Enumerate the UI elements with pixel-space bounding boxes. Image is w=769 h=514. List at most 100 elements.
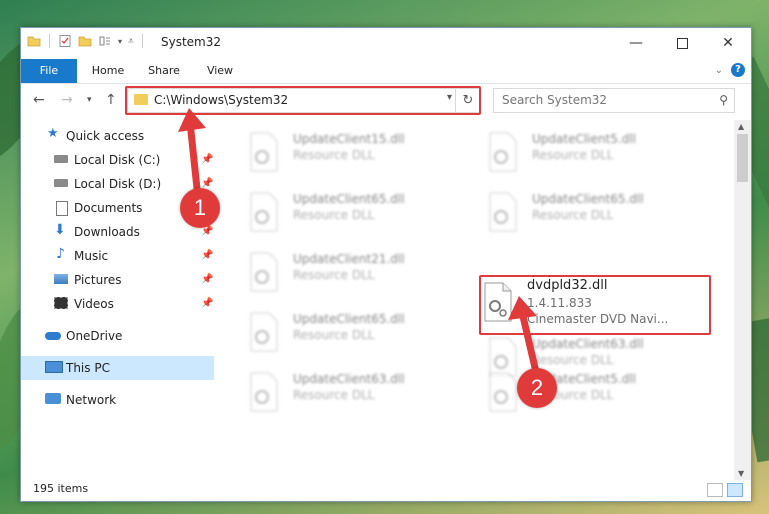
file-detail: Resource DLL [293, 268, 375, 282]
search-box[interactable]: ⚲ [493, 88, 735, 113]
sidebar-item-label: This PC [66, 361, 110, 375]
sidebar-item-label: Downloads [74, 225, 140, 239]
sidebar-item-network[interactable]: Network [21, 388, 214, 412]
search-input[interactable] [500, 92, 704, 108]
document-icon [56, 201, 68, 216]
sidebar-item-label: Music [74, 249, 109, 263]
video-icon [54, 297, 68, 309]
folder-icon[interactable] [27, 34, 41, 48]
file-item[interactable]: UpdateClient65.dll Resource DLL [239, 188, 459, 236]
scroll-down-icon[interactable]: ▼ [738, 469, 744, 478]
file-explorer-window: ▾ ⩡ System32 — ✕ File Home Share View ⌄ … [20, 27, 752, 502]
sidebar-item-local-disk-d[interactable]: Local Disk (D:) 📌 [21, 172, 214, 196]
maximize-icon [676, 37, 688, 49]
dll-file-icon [250, 192, 278, 232]
sidebar-item-music[interactable]: ♪ Music 📌 [21, 244, 214, 268]
file-name: UpdateClient5.dll [532, 132, 636, 146]
close-icon: ✕ [722, 35, 734, 51]
download-icon: ⬇ [54, 222, 66, 238]
tab-home[interactable]: Home [83, 59, 133, 83]
file-detail: Resource DLL [532, 208, 614, 222]
address-path[interactable]: C:\Windows\System32 [154, 93, 288, 107]
file-detail: Resource DLL [293, 208, 375, 222]
close-button[interactable]: ✕ [705, 28, 751, 58]
navigation-bar: ← → ▾ ↑ C:\Windows\System32 ▾ ↻ ⚲ [21, 84, 751, 116]
file-name: UpdateClient65.dll [293, 192, 405, 206]
tab-file[interactable]: File [21, 59, 77, 83]
recent-locations-button[interactable]: ▾ [87, 95, 92, 105]
up-button[interactable]: ↑ [105, 92, 117, 108]
picture-icon [54, 274, 68, 284]
maximize-button[interactable] [659, 28, 705, 58]
file-name: UpdateClient63.dll [293, 372, 405, 386]
file-detail: Resource DLL [293, 328, 375, 342]
vertical-scrollbar[interactable]: ▲ ▼ [734, 120, 751, 480]
tab-view[interactable]: View [195, 59, 245, 83]
status-bar: 195 items [21, 479, 751, 501]
forward-button[interactable]: → [61, 92, 73, 108]
chevron-down-icon[interactable]: ▾ [118, 37, 122, 46]
file-item[interactable]: UpdateClient65.dll Resource DLL [239, 308, 459, 356]
sidebar-item-label: Documents [74, 201, 143, 215]
chevron-down-icon[interactable]: ▾ [447, 92, 452, 103]
window-controls: — ✕ [613, 28, 751, 58]
address-bar[interactable]: C:\Windows\System32 ▾ ↻ [127, 88, 481, 113]
scroll-up-icon[interactable]: ▲ [738, 122, 744, 131]
new-folder-icon[interactable] [78, 34, 92, 48]
file-list: UpdateClient15.dll Resource DLL UpdateCl… [233, 120, 731, 480]
file-item[interactable]: UpdateClient63.dll Resource DLL [239, 368, 459, 416]
back-button[interactable]: ← [33, 92, 45, 108]
file-item[interactable]: UpdateClient5.dll Resource DLL [478, 128, 698, 176]
file-name: UpdateClient65.dll [532, 192, 644, 206]
folder-icon [134, 94, 148, 105]
minimize-icon: — [629, 35, 643, 51]
title-bar: ▾ ⩡ System32 — ✕ [21, 28, 751, 59]
file-item[interactable]: UpdateClient65.dll Resource DLL [478, 188, 698, 236]
pin-icon[interactable]: 📌 [201, 250, 213, 261]
refresh-icon: ↻ [462, 93, 474, 108]
ribbon-controls: ⌄ ? [715, 63, 745, 77]
pin-icon[interactable]: 📌 [201, 274, 213, 285]
scrollbar-thumb[interactable] [737, 134, 748, 182]
sidebar-item-pictures[interactable]: Pictures 📌 [21, 268, 214, 292]
star-icon: ★ [47, 126, 59, 141]
file-name: UpdateClient21.dll [293, 252, 405, 266]
details-view-icon[interactable] [707, 483, 723, 497]
sidebar-item-this-pc[interactable]: This PC [21, 356, 214, 380]
window-title: System32 [161, 35, 222, 49]
view-options-icon[interactable] [98, 34, 112, 48]
file-name: UpdateClient15.dll [293, 132, 405, 146]
expand-ribbon-icon[interactable]: ⌄ [715, 65, 723, 76]
properties-icon[interactable] [58, 34, 72, 48]
divider [49, 34, 50, 48]
file-detail: Resource DLL [532, 353, 614, 367]
dll-file-icon [250, 252, 278, 292]
network-icon [45, 393, 61, 404]
sidebar-item-label: Local Disk (C:) [74, 153, 161, 167]
file-name: UpdateClient63.dll [532, 337, 644, 351]
file-item[interactable]: UpdateClient15.dll Resource DLL [239, 128, 459, 176]
tab-share[interactable]: Share [139, 59, 189, 83]
tiles-view-icon[interactable] [727, 483, 743, 497]
sidebar-item-quick-access[interactable]: ★ Quick access [21, 124, 214, 148]
sidebar-item-onedrive[interactable]: OneDrive [21, 324, 214, 348]
sidebar-item-label: OneDrive [66, 329, 123, 343]
minimize-button[interactable]: — [613, 28, 659, 58]
pin-icon[interactable]: 📌 [201, 298, 213, 309]
customize-toolbar-icon[interactable]: ⩡ [128, 36, 134, 47]
pin-icon[interactable]: 📌 [201, 154, 213, 165]
drive-icon [54, 155, 68, 163]
sidebar-item-label: Quick access [66, 129, 145, 143]
sidebar-item-label: Videos [74, 297, 114, 311]
sidebar-item-downloads[interactable]: ⬇ Downloads 📌 [21, 220, 214, 244]
sidebar-item-local-disk-c[interactable]: Local Disk (C:) 📌 [21, 148, 214, 172]
refresh-button[interactable]: ↻ [455, 89, 480, 112]
file-item[interactable]: UpdateClient5.dll Resource DLL [478, 368, 698, 416]
sidebar-item-videos[interactable]: Videos 📌 [21, 292, 214, 316]
help-icon[interactable]: ? [731, 63, 745, 77]
file-item[interactable]: UpdateClient21.dll Resource DLL [239, 248, 459, 296]
divider [141, 34, 143, 48]
search-icon: ⚲ [719, 93, 728, 107]
sidebar-item-label: Pictures [74, 273, 122, 287]
callout-step-2: 2 [517, 368, 557, 408]
